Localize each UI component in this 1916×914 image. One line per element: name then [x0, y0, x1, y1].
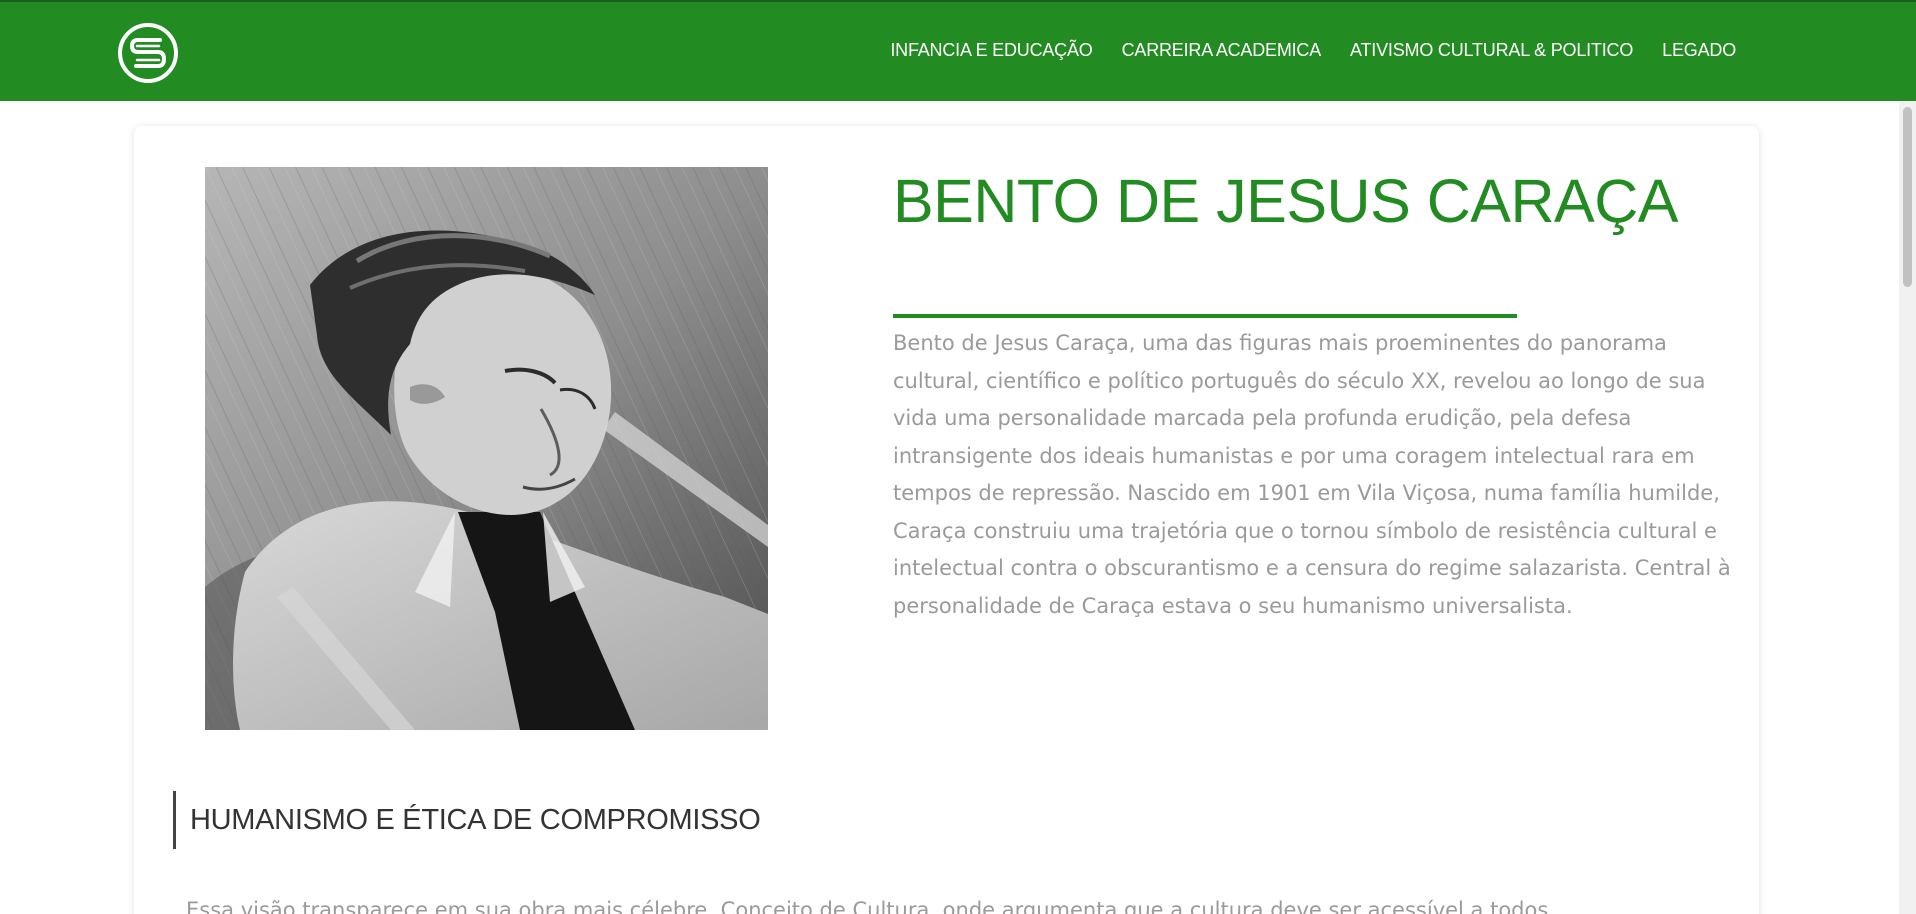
nav-link-ativismo-cultural-politico[interactable]: ATIVISMO CULTURAL & POLITICO [1350, 40, 1633, 61]
page: INFANCIA E EDUCAÇÃO CARREIRA ACADEMICA A… [0, 0, 1916, 914]
portrait-photo [205, 167, 768, 730]
nav-link-infancia-e-educacao[interactable]: INFANCIA E EDUCAÇÃO [890, 40, 1092, 61]
page-title: BENTO DE JESUS CARAÇA [893, 167, 1678, 235]
site-logo-icon[interactable] [117, 22, 179, 84]
section-heading-humanismo: HUMANISMO E ÉTICA DE COMPROMISSO [173, 791, 761, 849]
section-paragraph: Essa visão transparece em sua obra mais … [186, 898, 1549, 914]
main-navigation: INFANCIA E EDUCAÇÃO CARREIRA ACADEMICA A… [890, 40, 1736, 61]
title-underline [893, 314, 1517, 318]
nav-link-carreira-academica[interactable]: CARREIRA ACADEMICA [1122, 40, 1322, 61]
nav-link-legado[interactable]: LEGADO [1662, 40, 1736, 61]
section-title: HUMANISMO E ÉTICA DE COMPROMISSO [190, 803, 761, 836]
scrollbar-thumb[interactable] [1903, 107, 1912, 287]
vertical-scrollbar[interactable] [1899, 101, 1916, 914]
top-navbar: INFANCIA E EDUCAÇÃO CARREIRA ACADEMICA A… [0, 0, 1916, 101]
content-card: BENTO DE JESUS CARAÇA Bento de Jesus Car… [134, 126, 1759, 914]
intro-paragraph: Bento de Jesus Caraça, uma das figuras m… [893, 331, 1731, 618]
